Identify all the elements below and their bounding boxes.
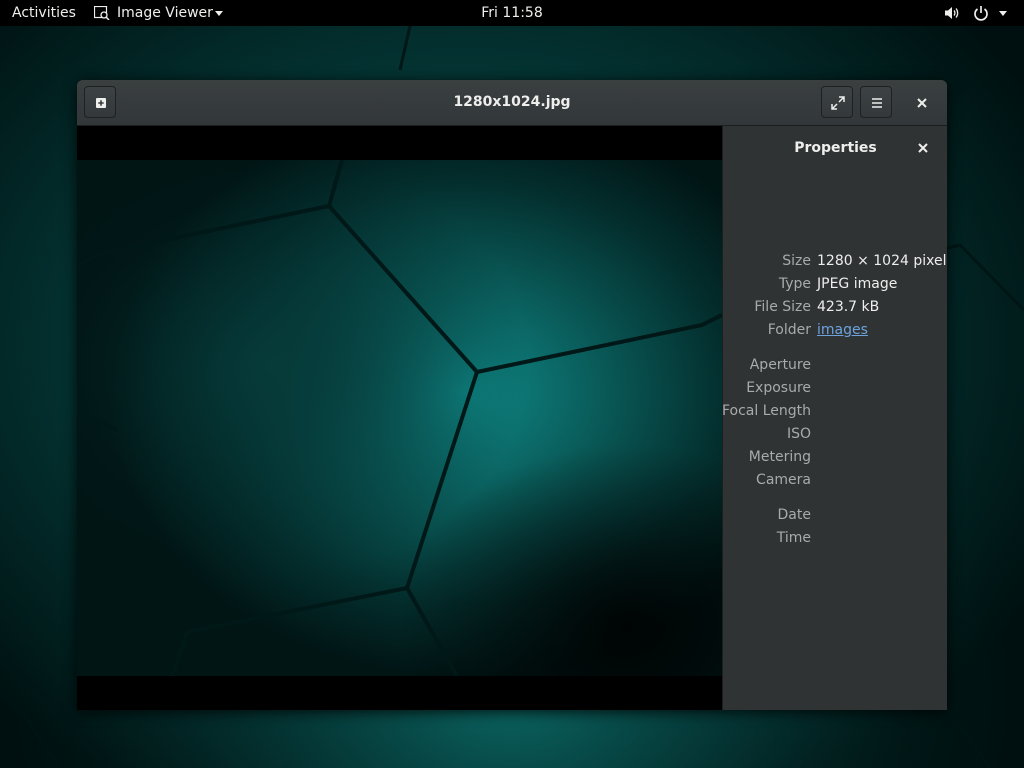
folder-link[interactable]: images — [817, 320, 868, 340]
open-button[interactable] — [84, 86, 116, 118]
property-folder: Folder images — [723, 320, 947, 340]
close-icon[interactable] — [915, 140, 931, 156]
property-exposure: Exposure — [723, 378, 947, 398]
property-aperture: Aperture — [723, 355, 947, 375]
image-viewer-icon — [94, 6, 110, 20]
property-value: 1280 × 1024 pixels — [817, 253, 947, 269]
image-display[interactable] — [77, 126, 722, 710]
property-label: Date — [777, 507, 811, 523]
property-iso: ISO — [723, 424, 947, 444]
property-focal-length: Focal Length — [721, 401, 947, 421]
property-label: Folder — [767, 322, 811, 338]
fullscreen-button[interactable] — [821, 86, 853, 118]
hamburger-menu-icon — [872, 98, 882, 108]
property-metering: Metering — [723, 447, 947, 467]
chevron-down-icon — [215, 11, 223, 16]
property-label: Metering — [748, 449, 811, 465]
property-label: ISO — [786, 426, 811, 442]
property-value: JPEG image — [817, 276, 898, 292]
property-label: File Size — [754, 299, 811, 315]
app-menu[interactable]: Image Viewer — [94, 0, 224, 26]
system-menu-chevron-icon[interactable] — [999, 11, 1007, 16]
displayed-image — [77, 160, 722, 676]
header-bar: 1280x1024.jpg — [77, 80, 947, 126]
property-type: Type JPEG image — [723, 274, 947, 294]
property-label: Camera — [756, 472, 811, 488]
property-file-size: File Size 423.7 kB — [723, 297, 947, 317]
menu-button[interactable] — [860, 86, 892, 118]
property-value: 423.7 kB — [817, 299, 880, 315]
properties-title: Properties — [794, 140, 877, 156]
add-icon — [96, 98, 106, 108]
property-time: Time — [723, 528, 947, 548]
window-title: 1280x1024.jpg — [453, 94, 571, 110]
property-label: Focal Length — [721, 403, 811, 419]
property-label: Size — [782, 253, 811, 269]
power-icon[interactable] — [973, 5, 989, 21]
property-label: Type — [778, 276, 811, 292]
properties-sidebar: Properties Size 1280 × 1024 pixels Type … — [722, 126, 947, 710]
property-camera: Camera — [723, 470, 947, 490]
property-label: Aperture — [749, 357, 811, 373]
volume-icon[interactable] — [944, 5, 960, 21]
fullscreen-icon — [831, 96, 845, 110]
close-icon[interactable] — [912, 93, 932, 113]
top-bar: Activities Image Viewer Fri 11:58 — [0, 0, 1024, 26]
property-label: Time — [776, 530, 811, 546]
app-menu-label: Image Viewer — [117, 5, 213, 21]
clock[interactable]: Fri 11:58 — [481, 5, 542, 21]
property-date: Date — [723, 505, 947, 525]
property-size: Size 1280 × 1024 pixels — [723, 251, 947, 271]
image-viewer-window: 1280x1024.jpg Properties Size 1280 × 102… — [77, 80, 947, 710]
activities-button[interactable]: Activities — [12, 0, 76, 26]
property-label: Exposure — [746, 380, 811, 396]
